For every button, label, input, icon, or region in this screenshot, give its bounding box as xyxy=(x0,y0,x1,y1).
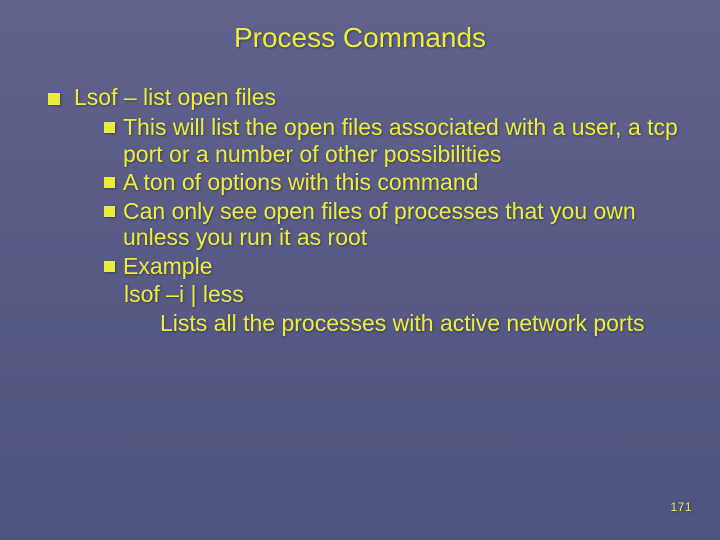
square-bullet-icon xyxy=(48,93,60,105)
bullet-text: This will list the open files associated… xyxy=(123,114,680,167)
bullet-text: Lsof – list open files xyxy=(74,84,680,110)
square-bullet-icon xyxy=(104,122,115,133)
bullet-text: A ton of options with this command xyxy=(123,169,680,195)
bullet-lvl2: A ton of options with this command xyxy=(104,169,680,195)
bullet-text: Example xyxy=(123,253,680,279)
square-bullet-icon xyxy=(104,206,115,217)
slide-title: Process Commands xyxy=(0,0,720,54)
slide-body: Lsof – list open files This will list th… xyxy=(0,54,720,336)
bullet-lvl2: Can only see open files of processes tha… xyxy=(104,198,680,251)
bullet-lvl1: Lsof – list open files xyxy=(48,84,680,110)
square-bullet-icon xyxy=(104,177,115,188)
example-description: Lists all the processes with active netw… xyxy=(160,310,680,336)
example-command: lsof –i | less xyxy=(124,281,680,307)
square-bullet-icon xyxy=(104,261,115,272)
bullet-lvl2: This will list the open files associated… xyxy=(104,114,680,167)
bullet-lvl2: Example xyxy=(104,253,680,279)
page-number: 171 xyxy=(670,500,692,514)
slide: Process Commands Lsof – list open files … xyxy=(0,0,720,540)
bullet-text: Can only see open files of processes tha… xyxy=(123,198,680,251)
